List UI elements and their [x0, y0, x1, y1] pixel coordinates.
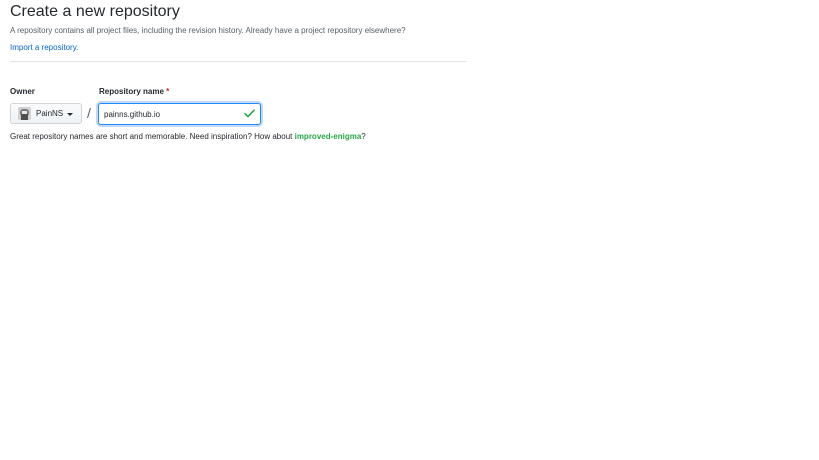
repository-name-label-text: Repository name [99, 87, 164, 96]
header-divider [10, 61, 467, 62]
owner-repo-separator: / [87, 105, 91, 121]
check-icon [244, 109, 255, 118]
owner-label: Owner [10, 87, 35, 96]
page-header: Create a new repository A repository con… [10, 2, 467, 55]
hint-text: Great repository names are short and mem… [10, 132, 295, 141]
hint-end: ? [361, 132, 366, 141]
required-marker: * [166, 87, 170, 96]
page-description: A repository contains all project files,… [10, 26, 406, 35]
new-repository-page: Create a new repository A repository con… [0, 0, 819, 460]
caret-down-icon [67, 112, 74, 116]
repository-name-hint: Great repository names are short and mem… [10, 132, 366, 141]
repository-name-field [98, 103, 261, 125]
import-repository-link[interactable]: Import a repository. [10, 41, 78, 54]
suggested-name-link[interactable]: improved-enigma [295, 132, 362, 141]
avatar [18, 107, 31, 120]
page-title: Create a new repository [10, 3, 180, 20]
repository-name-input[interactable] [99, 104, 244, 124]
repository-name-label: Repository name * [99, 87, 169, 96]
owner-name: PainNS [36, 109, 64, 118]
owner-dropdown-button[interactable]: PainNS [10, 103, 82, 124]
